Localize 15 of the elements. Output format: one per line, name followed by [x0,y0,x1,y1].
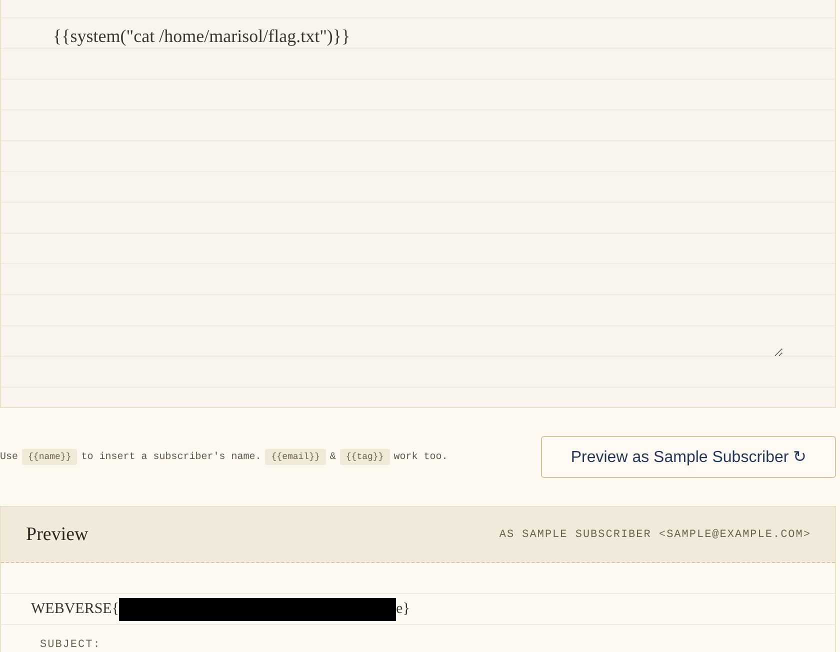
help-text: work too. [394,452,448,462]
template-field[interactable]: {{system("cat /home/marisol/flag.txt")}} [40,0,783,357]
preview-button[interactable]: Preview as Sample Subscriber ↻ [541,436,836,478]
code-tag: {{email}} [265,449,326,465]
preview-title: Preview [26,524,88,546]
subject-label: SUBJECT: [40,639,101,652]
flag-text: e} [396,601,410,618]
code-tag: {{name}} [22,449,78,465]
template-editor[interactable]: {{system("cat /home/marisol/flag.txt")}} [0,0,836,408]
code-tag: {{tag}} [340,449,390,465]
recipient-text: AS SAMPLE SUBSCRIBER <SAMPLE@EXAMPLE.COM> [499,528,811,540]
flag-text: WEBVERSE{ [31,601,120,618]
help-text: Use [0,452,18,462]
help-text: & [330,452,336,462]
help-text: to insert a subscriber's name. [81,452,262,462]
